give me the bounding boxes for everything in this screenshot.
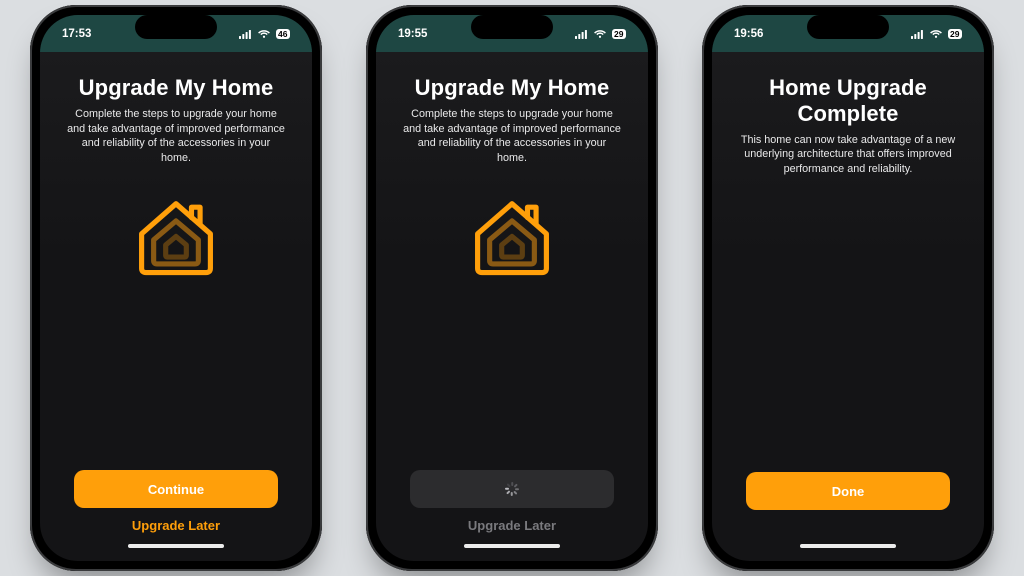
wifi-icon <box>929 29 943 39</box>
home-indicator <box>800 544 896 548</box>
page-subtitle: Complete the steps to upgrade your home … <box>402 107 622 165</box>
mockup-stage: M E 17:53 46 Upgrade My Home Complete th… <box>0 0 1024 576</box>
page-subtitle: This home can now take advantage of a ne… <box>738 133 958 177</box>
bottom-actions: Done <box>730 472 966 561</box>
screen-content: Upgrade My Home Complete the steps to up… <box>376 53 648 561</box>
phone-mockup-2: 19:55 29 Upgrade My Home Complete the st… <box>366 5 658 571</box>
dynamic-island <box>807 15 889 39</box>
home-icon <box>469 195 555 277</box>
signal-icon <box>911 29 925 39</box>
screen-content: Upgrade My Home Complete the steps to up… <box>40 53 312 561</box>
battery-icon: 29 <box>612 29 626 39</box>
bottom-actions: Upgrade Later <box>394 470 630 561</box>
hero-icon-wrap <box>58 195 294 277</box>
upgrade-later-button[interactable]: Upgrade Later <box>74 510 278 540</box>
status-time: 19:55 <box>398 28 427 40</box>
page-title: Upgrade My Home <box>62 75 290 101</box>
continue-button[interactable]: Continue <box>74 470 278 508</box>
screen-content: Home Upgrade Complete This home can now … <box>712 53 984 561</box>
battery-icon: 29 <box>948 29 962 39</box>
phone-mockup-1: 17:53 46 Upgrade My Home Complete the st… <box>30 5 322 571</box>
done-button[interactable]: Done <box>746 472 950 510</box>
signal-icon <box>239 29 253 39</box>
loading-button <box>410 470 614 508</box>
page-title: Home Upgrade Complete <box>734 75 962 127</box>
spinner-icon <box>505 482 519 496</box>
wifi-icon <box>593 29 607 39</box>
dynamic-island <box>471 15 553 39</box>
hero-icon-wrap <box>394 195 630 277</box>
upgrade-later-button: Upgrade Later <box>410 510 614 540</box>
status-indicators: 46 <box>239 29 290 39</box>
wifi-icon <box>257 29 271 39</box>
page-title: Upgrade My Home <box>398 75 626 101</box>
dynamic-island <box>135 15 217 39</box>
phone-mockup-3: 19:56 29 Home Upgrade Complete This home… <box>702 5 994 571</box>
status-time: 17:53 <box>62 28 91 40</box>
home-indicator <box>128 544 224 548</box>
battery-icon: 46 <box>276 29 290 39</box>
status-indicators: 29 <box>575 29 626 39</box>
phone-screen: 19:56 29 Home Upgrade Complete This home… <box>712 15 984 561</box>
home-indicator <box>464 544 560 548</box>
phone-screen: 19:55 29 Upgrade My Home Complete the st… <box>376 15 648 561</box>
status-indicators: 29 <box>911 29 962 39</box>
page-subtitle: Complete the steps to upgrade your home … <box>66 107 286 165</box>
bottom-actions: Continue Upgrade Later <box>58 470 294 561</box>
status-time: 19:56 <box>734 28 763 40</box>
home-icon <box>133 195 219 277</box>
phone-screen: 17:53 46 Upgrade My Home Complete the st… <box>40 15 312 561</box>
signal-icon <box>575 29 589 39</box>
